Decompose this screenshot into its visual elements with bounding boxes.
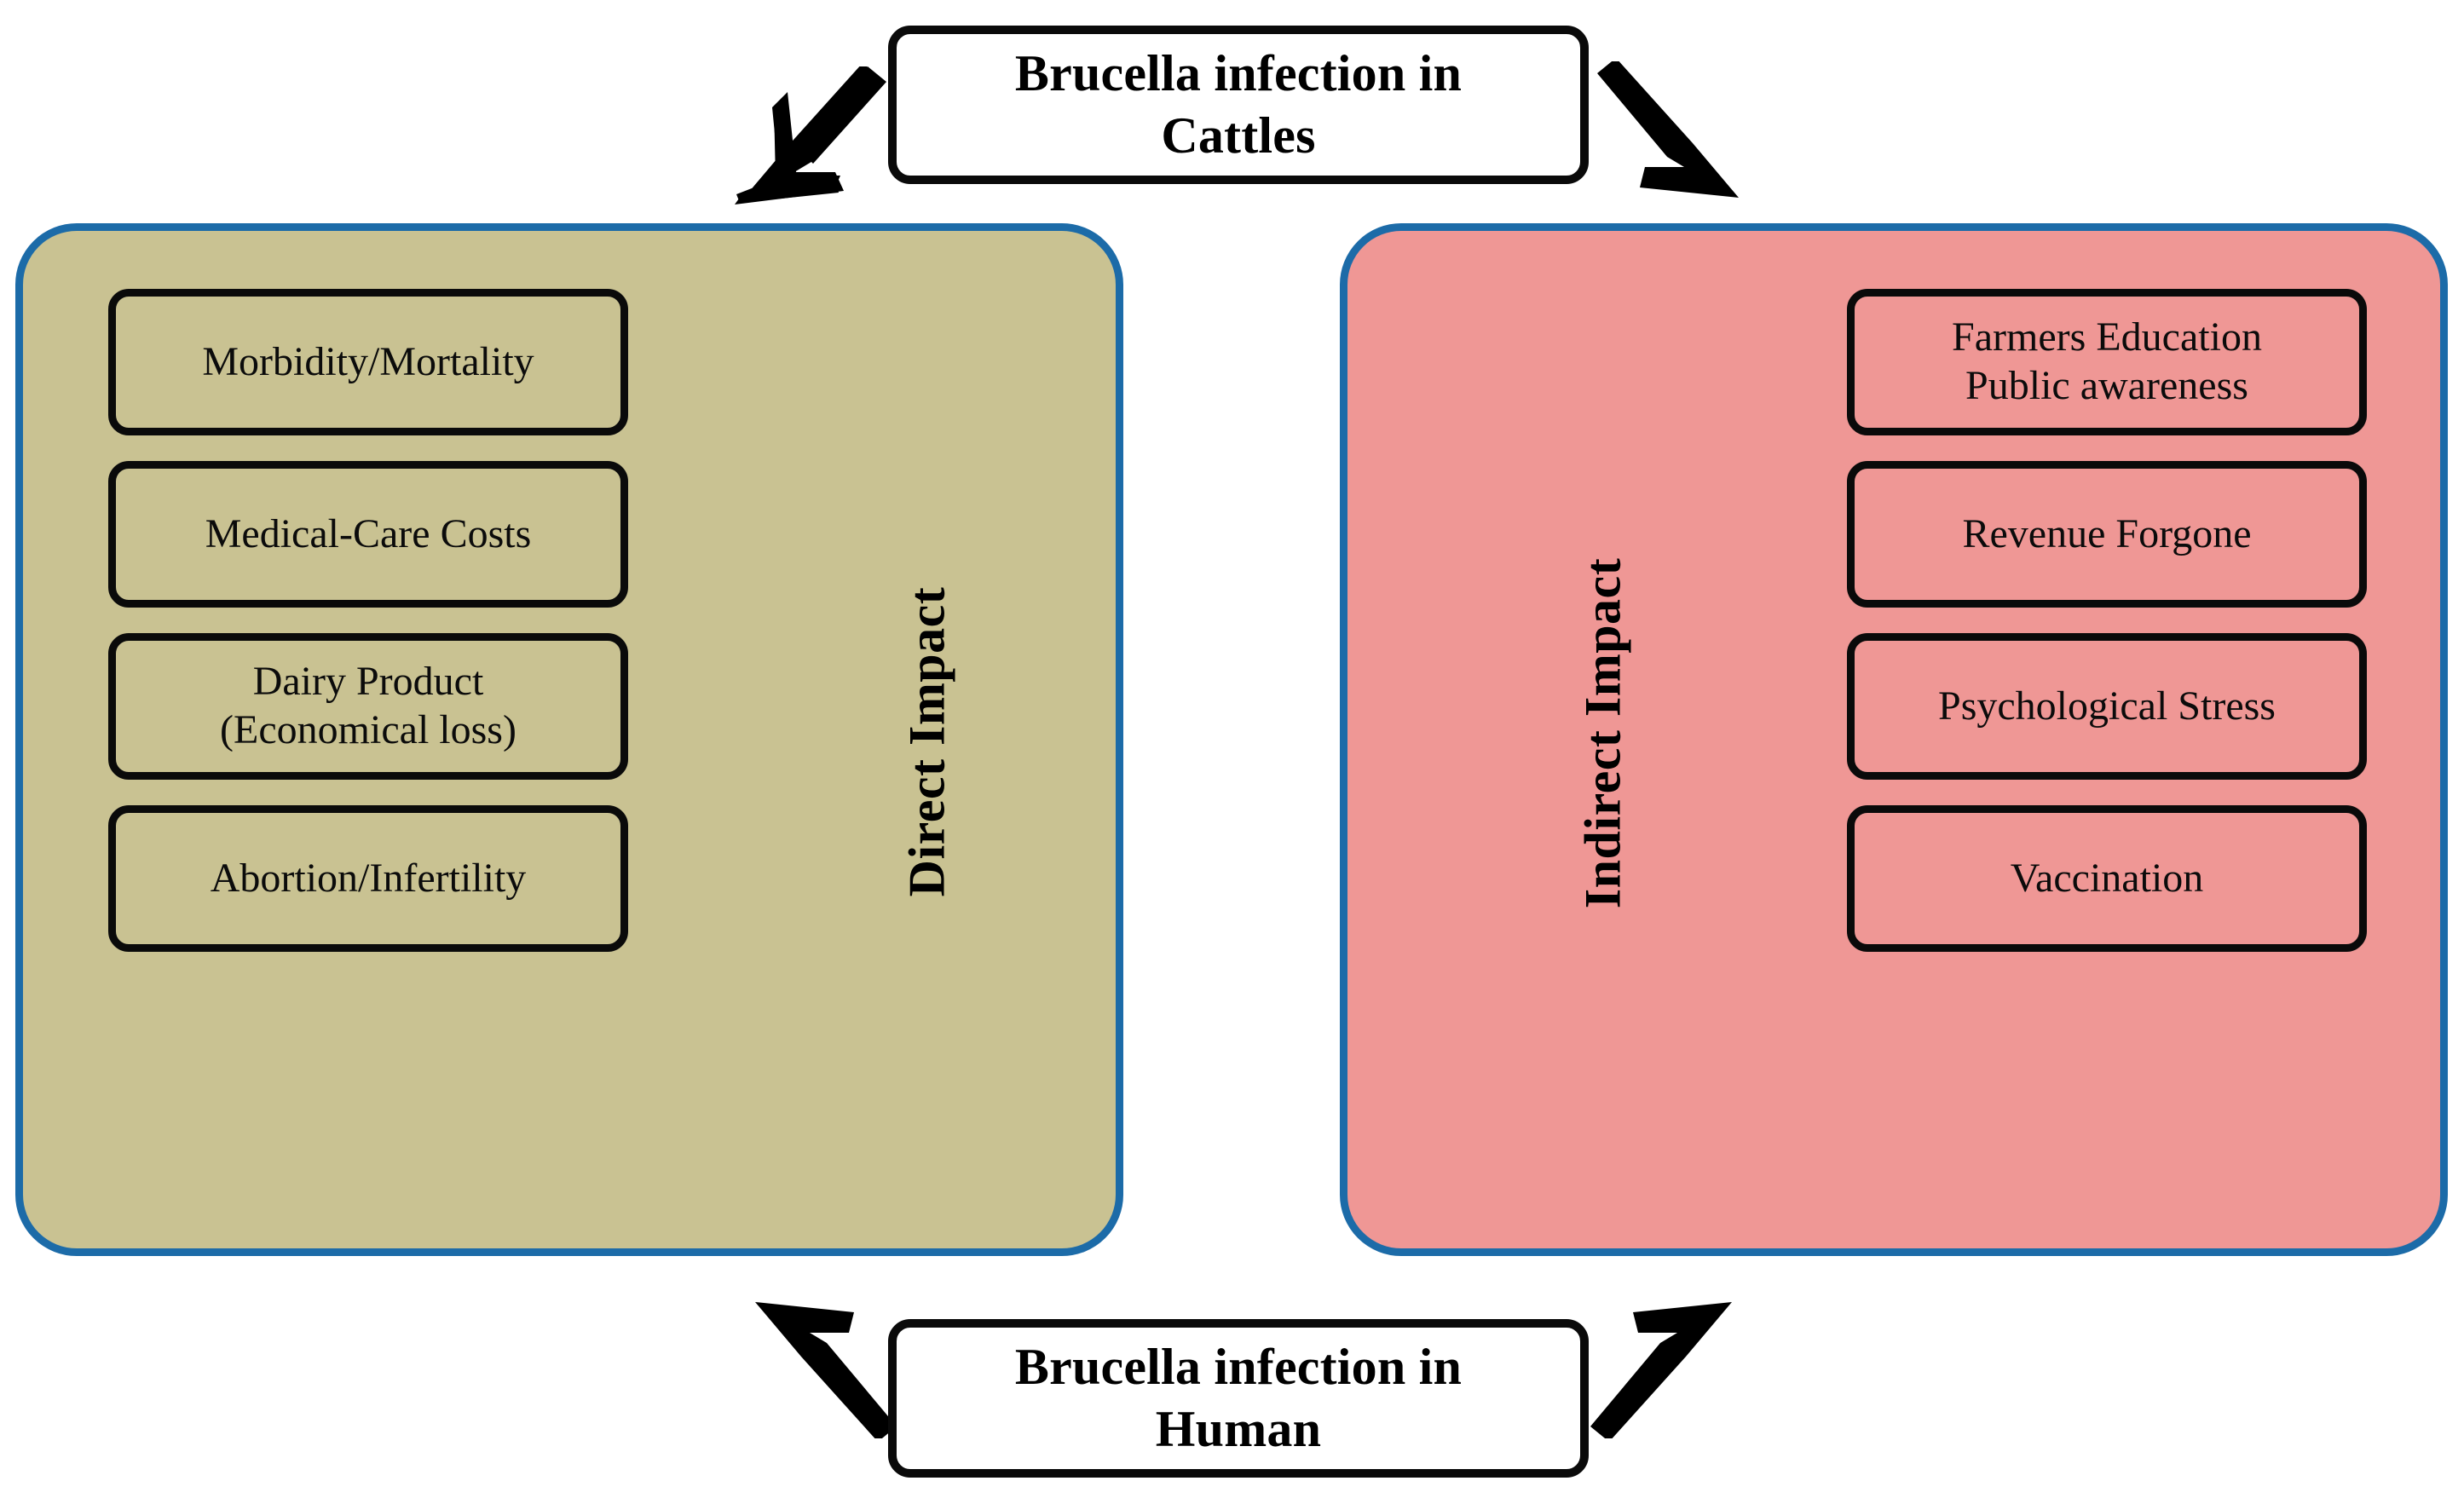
direct-item-0-line1: Morbidity/Mortality — [202, 338, 534, 384]
indirect-item-farmers-education[interactable]: Farmers Education Public awareness — [1847, 289, 2367, 435]
indirect-item-2-line1: Psychological Stress — [1938, 683, 2276, 729]
bottom-right-arrow-icon — [1590, 1302, 1732, 1438]
top-right-arrow-icon — [1597, 61, 1739, 198]
direct-impact-item-list: Morbidity/Mortality Medical-Care Costs D… — [108, 289, 628, 1192]
direct-impact-panel: Morbidity/Mortality Medical-Care Costs D… — [15, 223, 1123, 1256]
diagram-canvas: Brucella infection in Cattles Morbidity/… — [0, 0, 2464, 1504]
direct-item-3-line1: Abortion/Infertility — [210, 855, 527, 901]
brucella-cattles-line1: Brucella infection in — [1014, 44, 1463, 101]
direct-item-abortion-infertility[interactable]: Abortion/Infertility — [108, 805, 628, 952]
indirect-impact-item-list: Farmers Education Public awareness Reven… — [1847, 289, 2367, 1192]
brucella-cattles-box: Brucella infection in Cattles — [888, 26, 1589, 184]
indirect-item-0-line1: Farmers Education — [1952, 314, 2262, 360]
indirect-item-revenue-forgone[interactable]: Revenue Forgone — [1847, 461, 2367, 608]
direct-item-dairy-product[interactable]: Dairy Product (Economical loss) — [108, 633, 628, 780]
brucella-human-line1: Brucella infection in — [1014, 1338, 1463, 1395]
brucella-human-line2: Human — [1155, 1401, 1322, 1457]
indirect-impact-panel: Indirect Impact Farmers Education Public… — [1340, 223, 2448, 1256]
direct-item-morbidity-mortality[interactable]: Morbidity/Mortality — [108, 289, 628, 435]
top-left-arrow-icon — [735, 66, 886, 205]
direct-item-2-line2: (Economical loss) — [220, 707, 516, 752]
direct-item-1-line1: Medical-Care Costs — [205, 510, 532, 556]
brucella-human-box: Brucella infection in Human — [888, 1319, 1589, 1478]
direct-impact-label: Direct Impact — [898, 586, 955, 897]
indirect-item-vaccination[interactable]: Vaccination — [1847, 805, 2367, 952]
direct-item-2-line1: Dairy Product — [252, 659, 484, 705]
indirect-impact-label: Indirect Impact — [1574, 557, 1631, 909]
brucella-cattles-line2: Cattles — [1161, 107, 1316, 164]
indirect-item-3-line1: Vaccination — [2010, 855, 2204, 901]
indirect-item-psychological-stress[interactable]: Psychological Stress — [1847, 633, 2367, 780]
indirect-item-0-line2: Public awareness — [1965, 363, 2248, 408]
indirect-item-1-line1: Revenue Forgone — [1962, 510, 2252, 556]
direct-item-medical-care-costs[interactable]: Medical-Care Costs — [108, 461, 628, 608]
